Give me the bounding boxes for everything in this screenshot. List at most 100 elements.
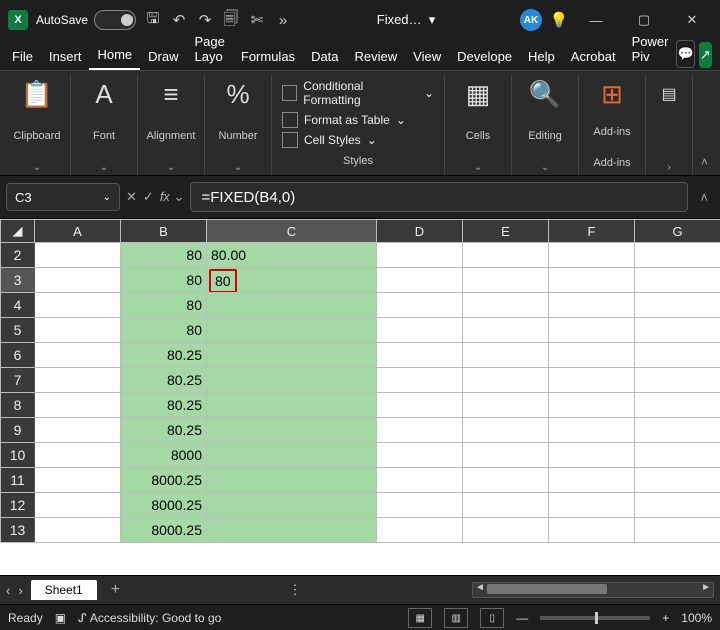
row-header[interactable]: 13: [1, 518, 35, 543]
chevron-right-icon[interactable]: ›: [667, 162, 670, 173]
cell[interactable]: [35, 418, 121, 443]
chevron-down-icon[interactable]: ⌄: [33, 162, 41, 173]
prev-sheet-button[interactable]: ‹: [6, 583, 10, 598]
cell[interactable]: [549, 293, 635, 318]
ribbon-number[interactable]: % Number ⌄: [205, 75, 272, 175]
cell[interactable]: [377, 393, 463, 418]
cell[interactable]: 8000.25: [121, 493, 207, 518]
cell[interactable]: [635, 443, 720, 468]
ribbon-clipboard[interactable]: 📋 Clipboard ⌄: [4, 75, 71, 175]
row-header[interactable]: 5: [1, 318, 35, 343]
cell[interactable]: [377, 368, 463, 393]
cell[interactable]: [463, 243, 549, 268]
cell[interactable]: [35, 493, 121, 518]
menu-draw[interactable]: Draw: [140, 45, 186, 70]
name-box[interactable]: C3 ⌄: [6, 183, 120, 211]
cell[interactable]: [35, 368, 121, 393]
cell[interactable]: [207, 518, 377, 543]
menu-acrobat[interactable]: Acrobat: [563, 45, 624, 70]
chevron-down-icon[interactable]: ⌄: [474, 162, 482, 173]
cell[interactable]: [635, 393, 720, 418]
cell[interactable]: [207, 293, 377, 318]
cell[interactable]: [635, 418, 720, 443]
zoom-level[interactable]: 100%: [681, 611, 712, 625]
cell-styles-button[interactable]: Cell Styles ⌄: [282, 132, 377, 148]
menu-help[interactable]: Help: [520, 45, 563, 70]
row-header[interactable]: 2: [1, 243, 35, 268]
row-header[interactable]: 6: [1, 343, 35, 368]
col-header[interactable]: F: [549, 220, 635, 243]
cell[interactable]: [207, 318, 377, 343]
document-title[interactable]: Fixed… ▾: [377, 12, 436, 28]
chevron-down-icon[interactable]: ⌄: [103, 192, 111, 203]
chevron-down-icon[interactable]: ⌄: [100, 162, 108, 173]
cell[interactable]: 80: [121, 243, 207, 268]
cell[interactable]: 80.25: [121, 393, 207, 418]
collapse-ribbon-button[interactable]: ˄: [693, 75, 716, 175]
cell[interactable]: [635, 493, 720, 518]
col-header[interactable]: B: [121, 220, 207, 243]
row-header[interactable]: 4: [1, 293, 35, 318]
lightbulb-icon[interactable]: 💡: [550, 11, 568, 29]
cell[interactable]: [35, 443, 121, 468]
cell[interactable]: [549, 268, 635, 293]
cell[interactable]: [207, 418, 377, 443]
cell[interactable]: [207, 468, 377, 493]
cell[interactable]: [549, 418, 635, 443]
close-button[interactable]: ✕: [672, 5, 712, 35]
cell[interactable]: [377, 468, 463, 493]
cell[interactable]: [377, 493, 463, 518]
cell[interactable]: [35, 518, 121, 543]
fx-icon[interactable]: fx ⌄: [160, 189, 185, 205]
cell[interactable]: [463, 293, 549, 318]
cell[interactable]: [463, 268, 549, 293]
page-layout-view-button[interactable]: ▥: [444, 608, 468, 628]
autosave-toggle[interactable]: Off: [94, 10, 136, 30]
zoom-slider[interactable]: [540, 616, 650, 620]
worksheet-grid[interactable]: ◢ A B C D E F G 28080.0038080480580680.2…: [0, 219, 720, 575]
cell[interactable]: [463, 418, 549, 443]
cell[interactable]: [635, 243, 720, 268]
cell[interactable]: [635, 343, 720, 368]
zoom-out-button[interactable]: —: [516, 611, 528, 625]
cut-icon[interactable]: ✄: [248, 11, 266, 29]
cell[interactable]: [463, 368, 549, 393]
ribbon-addins[interactable]: ⊞ Add-ins Add-ins: [579, 75, 646, 175]
cell[interactable]: [635, 518, 720, 543]
cell[interactable]: [35, 468, 121, 493]
cell[interactable]: [377, 243, 463, 268]
col-header[interactable]: C: [207, 220, 377, 243]
chevron-down-icon[interactable]: ⌄: [541, 162, 549, 173]
macro-record-icon[interactable]: ▣: [55, 611, 66, 625]
cell[interactable]: [207, 368, 377, 393]
ribbon-alignment[interactable]: ≡ Alignment ⌄: [138, 75, 205, 175]
cell[interactable]: [463, 318, 549, 343]
tab-options-icon[interactable]: ⋮: [289, 582, 302, 598]
chevron-down-icon[interactable]: ⌄: [234, 162, 242, 173]
cell[interactable]: [549, 393, 635, 418]
cell[interactable]: [35, 343, 121, 368]
cell[interactable]: 80: [121, 318, 207, 343]
normal-view-button[interactable]: ▦: [408, 608, 432, 628]
redo-icon[interactable]: ↷: [196, 11, 214, 29]
cell[interactable]: [377, 318, 463, 343]
cell[interactable]: 8000: [121, 443, 207, 468]
cell[interactable]: [463, 443, 549, 468]
menu-insert[interactable]: Insert: [41, 45, 90, 70]
cell[interactable]: 80.00: [207, 243, 377, 268]
cancel-formula-icon[interactable]: ✕: [126, 189, 137, 205]
cell[interactable]: [35, 293, 121, 318]
next-sheet-button[interactable]: ›: [18, 583, 22, 598]
ribbon-editing[interactable]: 🔍 Editing ⌄: [512, 75, 579, 175]
cell[interactable]: 80.25: [121, 343, 207, 368]
cell[interactable]: [463, 493, 549, 518]
cell[interactable]: [35, 243, 121, 268]
menu-view[interactable]: View: [405, 45, 449, 70]
menu-review[interactable]: Review: [347, 45, 406, 70]
cell[interactable]: [635, 468, 720, 493]
expand-formula-bar-icon[interactable]: ˄: [694, 190, 714, 205]
sheet-tab[interactable]: Sheet1: [31, 580, 97, 600]
row-header[interactable]: 11: [1, 468, 35, 493]
cell[interactable]: [207, 343, 377, 368]
col-header[interactable]: A: [35, 220, 121, 243]
